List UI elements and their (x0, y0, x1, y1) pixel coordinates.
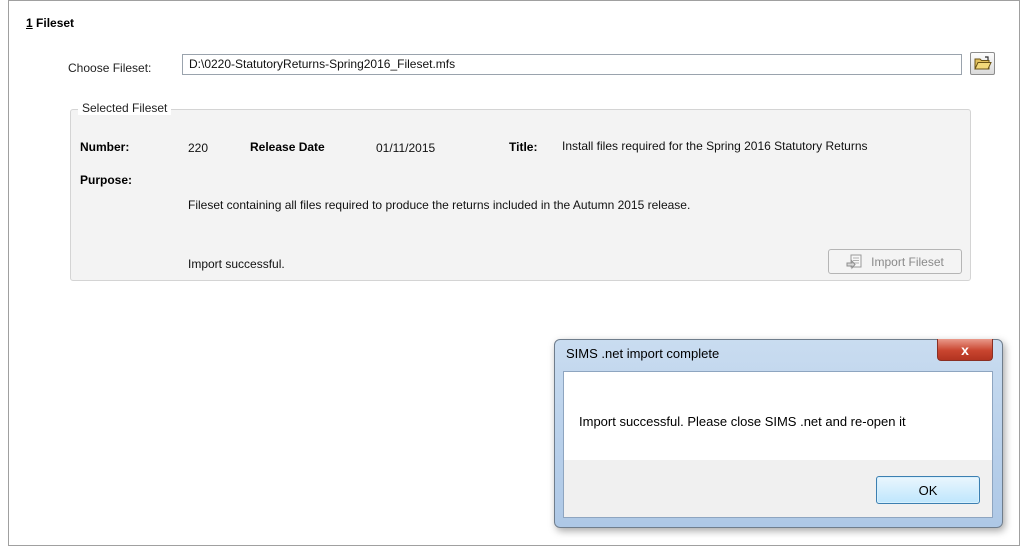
title-value: Install files required for the Spring 20… (562, 139, 868, 153)
selected-fileset-legend: Selected Fileset (78, 101, 172, 115)
choose-fileset-label: Choose Fileset: (68, 61, 152, 75)
ok-button[interactable]: OK (876, 476, 980, 504)
title-label: Title: (509, 140, 538, 154)
browse-button[interactable] (970, 52, 995, 75)
release-date-value: 01/11/2015 (376, 141, 436, 155)
release-date-label: Release Date (250, 140, 325, 154)
number-value: 220 (188, 141, 209, 155)
dialog-title: SIMS .net import complete (566, 346, 720, 361)
folder-open-icon (973, 56, 992, 70)
import-document-icon (846, 254, 862, 269)
number-label: Number: (80, 140, 130, 154)
import-fileset-button[interactable]: Import Fileset (828, 249, 962, 274)
close-icon: x (961, 341, 969, 358)
section-title: 1 Fileset (26, 16, 74, 30)
ok-button-label: OK (918, 482, 938, 498)
dialog-close-button[interactable]: x (937, 339, 993, 361)
purpose-label: Purpose: (80, 173, 133, 187)
fileset-path-input[interactable]: D:\0220-StatutoryReturns-Spring2016_File… (182, 54, 962, 75)
import-fileset-label: Import Fileset (871, 254, 944, 269)
dialog-message: Import successful. Please close SIMS .ne… (579, 414, 906, 429)
section-number: 1 (26, 16, 33, 30)
import-status-text: Import successful. (188, 257, 285, 271)
section-title-text: Fileset (36, 16, 75, 30)
purpose-value: Fileset containing all files required to… (188, 198, 691, 212)
